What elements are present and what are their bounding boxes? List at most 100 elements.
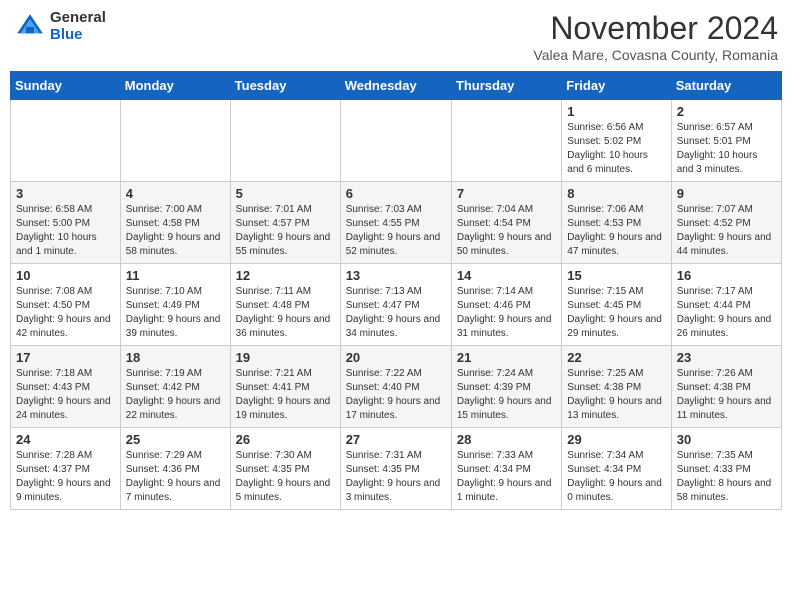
day-number: 28 xyxy=(457,432,556,447)
day-number: 22 xyxy=(567,350,665,365)
calendar-week-row: 24 Sunrise: 7:28 AM Sunset: 4:37 PM Dayli… xyxy=(11,428,782,510)
calendar-cell: 15 Sunrise: 7:15 AM Sunset: 4:45 PM Dayli… xyxy=(562,264,671,346)
logo-text: General Blue xyxy=(50,10,106,43)
calendar-table: SundayMondayTuesdayWednesdayThursdayFrid… xyxy=(10,71,782,510)
weekday-header-tuesday: Tuesday xyxy=(230,72,340,100)
day-number: 14 xyxy=(457,268,556,283)
day-info: Sunrise: 7:10 AM Sunset: 4:49 PM Dayligh… xyxy=(126,285,225,341)
calendar-cell: 9Sunrise: 7:07 AM Sunset: 4:52 PM Daylig… xyxy=(671,182,781,264)
day-info: Sunrise: 7:03 AM Sunset: 4:55 PM Dayligh… xyxy=(346,203,446,259)
weekday-header-row: SundayMondayTuesdayWednesdayThursdayFrid… xyxy=(11,72,782,100)
day-info: Sunrise: 7:21 AM Sunset: 4:41 PM Dayligh… xyxy=(236,367,335,423)
calendar-cell: 24 Sunrise: 7:28 AM Sunset: 4:37 PM Dayli… xyxy=(11,428,121,510)
day-number: 17 xyxy=(16,350,115,365)
calendar-week-row: 3 Sunrise: 6:58 AM Sunset: 5:00 PM Daylig… xyxy=(11,182,782,264)
day-info: Sunrise: 7:34 AM Sunset: 4:34 PM Dayligh… xyxy=(567,449,665,505)
weekday-header-thursday: Thursday xyxy=(451,72,561,100)
day-number: 9 xyxy=(677,186,776,201)
logo-general-text: General xyxy=(50,10,106,27)
day-info: Sunrise: 7:35 AM Sunset: 4:33 PM Dayligh… xyxy=(677,449,776,505)
calendar-cell: 5 Sunrise: 7:01 AM Sunset: 4:57 PM Daylig… xyxy=(230,182,340,264)
month-title: November 2024 xyxy=(533,10,778,47)
day-number: 11 xyxy=(126,268,225,283)
day-number: 7 xyxy=(457,186,556,201)
day-info: Sunrise: 6:57 AM Sunset: 5:01 PM Dayligh… xyxy=(677,121,776,177)
day-number: 16 xyxy=(677,268,776,283)
day-info: Sunrise: 7:01 AM Sunset: 4:57 PM Dayligh… xyxy=(236,203,335,259)
calendar-cell xyxy=(340,100,451,182)
calendar-cell: 30 Sunrise: 7:35 AM Sunset: 4:33 PM Dayli… xyxy=(671,428,781,510)
day-number: 10 xyxy=(16,268,115,283)
day-number: 30 xyxy=(677,432,776,447)
weekday-header-sunday: Sunday xyxy=(11,72,121,100)
day-number: 27 xyxy=(346,432,446,447)
calendar-cell: 8 Sunrise: 7:06 AM Sunset: 4:53 PM Daylig… xyxy=(562,182,671,264)
day-info: Sunrise: 7:04 AM Sunset: 4:54 PM Dayligh… xyxy=(457,203,556,259)
day-info: Sunrise: 7:14 AM Sunset: 4:46 PM Dayligh… xyxy=(457,285,556,341)
day-number: 18 xyxy=(126,350,225,365)
day-number: 6 xyxy=(346,186,446,201)
calendar-cell: 13 Sunrise: 7:13 AM Sunset: 4:47 PM Dayli… xyxy=(340,264,451,346)
page-header: General Blue November 2024 Valea Mare, C… xyxy=(10,10,782,63)
day-info: Sunrise: 7:19 AM Sunset: 4:42 PM Dayligh… xyxy=(126,367,225,423)
day-number: 3 xyxy=(16,186,115,201)
day-number: 5 xyxy=(236,186,335,201)
calendar-cell: 16Sunrise: 7:17 AM Sunset: 4:44 PM Dayli… xyxy=(671,264,781,346)
calendar-cell: 6 Sunrise: 7:03 AM Sunset: 4:55 PM Daylig… xyxy=(340,182,451,264)
logo-blue-text: Blue xyxy=(50,27,106,44)
day-info: Sunrise: 6:56 AM Sunset: 5:02 PM Dayligh… xyxy=(567,121,665,177)
calendar-cell: 3 Sunrise: 6:58 AM Sunset: 5:00 PM Daylig… xyxy=(11,182,121,264)
calendar-cell xyxy=(230,100,340,182)
calendar-cell: 10Sunrise: 7:08 AM Sunset: 4:50 PM Dayli… xyxy=(11,264,121,346)
day-number: 20 xyxy=(346,350,446,365)
day-number: 2 xyxy=(677,104,776,119)
weekday-header-monday: Monday xyxy=(120,72,230,100)
day-number: 1 xyxy=(567,104,665,119)
day-number: 25 xyxy=(126,432,225,447)
day-number: 4 xyxy=(126,186,225,201)
logo-icon xyxy=(14,11,46,43)
day-number: 8 xyxy=(567,186,665,201)
calendar-cell: 28 Sunrise: 7:33 AM Sunset: 4:34 PM Dayli… xyxy=(451,428,561,510)
calendar-cell: 29 Sunrise: 7:34 AM Sunset: 4:34 PM Dayli… xyxy=(562,428,671,510)
day-info: Sunrise: 7:26 AM Sunset: 4:38 PM Dayligh… xyxy=(677,367,776,423)
day-number: 19 xyxy=(236,350,335,365)
calendar-cell xyxy=(11,100,121,182)
calendar-cell: 2 Sunrise: 6:57 AM Sunset: 5:01 PM Daylig… xyxy=(671,100,781,182)
calendar-cell: 1 Sunrise: 6:56 AM Sunset: 5:02 PM Daylig… xyxy=(562,100,671,182)
day-info: Sunrise: 7:13 AM Sunset: 4:47 PM Dayligh… xyxy=(346,285,446,341)
calendar-cell xyxy=(120,100,230,182)
calendar-cell: 7 Sunrise: 7:04 AM Sunset: 4:54 PM Daylig… xyxy=(451,182,561,264)
calendar-week-row: 10Sunrise: 7:08 AM Sunset: 4:50 PM Dayli… xyxy=(11,264,782,346)
day-number: 23 xyxy=(677,350,776,365)
day-info: Sunrise: 7:30 AM Sunset: 4:35 PM Dayligh… xyxy=(236,449,335,505)
day-info: Sunrise: 7:33 AM Sunset: 4:34 PM Dayligh… xyxy=(457,449,556,505)
day-number: 12 xyxy=(236,268,335,283)
day-number: 15 xyxy=(567,268,665,283)
day-number: 24 xyxy=(16,432,115,447)
day-info: Sunrise: 7:15 AM Sunset: 4:45 PM Dayligh… xyxy=(567,285,665,341)
title-block: November 2024 Valea Mare, Covasna County… xyxy=(533,10,778,63)
logo: General Blue xyxy=(14,10,106,43)
calendar-cell: 19 Sunrise: 7:21 AM Sunset: 4:41 PM Dayli… xyxy=(230,346,340,428)
calendar-cell: 18 Sunrise: 7:19 AM Sunset: 4:42 PM Dayli… xyxy=(120,346,230,428)
day-info: Sunrise: 7:28 AM Sunset: 4:37 PM Dayligh… xyxy=(16,449,115,505)
weekday-header-saturday: Saturday xyxy=(671,72,781,100)
day-info: Sunrise: 7:31 AM Sunset: 4:35 PM Dayligh… xyxy=(346,449,446,505)
day-info: Sunrise: 7:25 AM Sunset: 4:38 PM Dayligh… xyxy=(567,367,665,423)
calendar-cell xyxy=(451,100,561,182)
day-info: Sunrise: 7:22 AM Sunset: 4:40 PM Dayligh… xyxy=(346,367,446,423)
calendar-cell: 27 Sunrise: 7:31 AM Sunset: 4:35 PM Dayli… xyxy=(340,428,451,510)
calendar-cell: 21Sunrise: 7:24 AM Sunset: 4:39 PM Dayli… xyxy=(451,346,561,428)
calendar-cell: 26Sunrise: 7:30 AM Sunset: 4:35 PM Dayli… xyxy=(230,428,340,510)
calendar-cell: 14 Sunrise: 7:14 AM Sunset: 4:46 PM Dayli… xyxy=(451,264,561,346)
day-number: 29 xyxy=(567,432,665,447)
location-subtitle: Valea Mare, Covasna County, Romania xyxy=(533,47,778,63)
calendar-cell: 11 Sunrise: 7:10 AM Sunset: 4:49 PM Dayli… xyxy=(120,264,230,346)
day-number: 13 xyxy=(346,268,446,283)
day-info: Sunrise: 7:06 AM Sunset: 4:53 PM Dayligh… xyxy=(567,203,665,259)
day-info: Sunrise: 7:29 AM Sunset: 4:36 PM Dayligh… xyxy=(126,449,225,505)
day-info: Sunrise: 6:58 AM Sunset: 5:00 PM Dayligh… xyxy=(16,203,115,259)
calendar-cell: 22 Sunrise: 7:25 AM Sunset: 4:38 PM Dayli… xyxy=(562,346,671,428)
weekday-header-wednesday: Wednesday xyxy=(340,72,451,100)
